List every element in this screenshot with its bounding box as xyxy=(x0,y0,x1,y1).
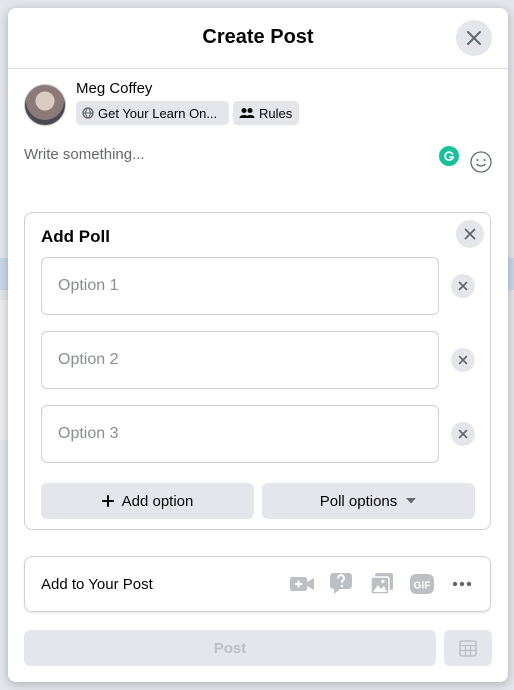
add-to-post-label: Add to Your Post xyxy=(41,576,153,593)
close-icon xyxy=(467,31,481,45)
remove-option-1-button[interactable] xyxy=(451,274,475,298)
add-option-label: Add option xyxy=(121,492,194,510)
add-option-button[interactable]: Add option xyxy=(41,483,254,519)
remove-option-2-button[interactable] xyxy=(451,348,475,372)
post-text-input[interactable]: Write something... xyxy=(24,146,145,163)
poll-option-3-input[interactable] xyxy=(41,405,439,463)
remove-option-3-button[interactable] xyxy=(451,422,475,446)
create-post-dialog: Create Post Meg Coffey Get Your Learn On… xyxy=(8,8,508,682)
question-icon[interactable] xyxy=(329,572,355,596)
avatar[interactable] xyxy=(24,84,66,126)
audience-chip-label: Get Your Learn On... xyxy=(98,105,218,121)
group-icon xyxy=(239,108,255,118)
post-button[interactable]: Post xyxy=(24,630,436,666)
globe-icon xyxy=(82,107,94,119)
add-to-post-bar: Add to Your Post GIF xyxy=(24,556,491,612)
gif-icon[interactable]: GIF xyxy=(409,572,435,596)
remove-poll-button[interactable] xyxy=(456,220,484,248)
close-icon xyxy=(464,228,476,240)
caret-down-icon xyxy=(406,498,417,504)
rules-chip[interactable]: Rules xyxy=(233,101,299,125)
poll-option-2-input[interactable] xyxy=(41,331,439,389)
video-camera-icon[interactable] xyxy=(289,572,315,596)
poll-title: Add Poll xyxy=(41,227,110,246)
poll-options-button[interactable]: Poll options xyxy=(262,483,475,519)
grammarly-icon[interactable] xyxy=(439,146,459,166)
close-icon xyxy=(458,355,468,365)
more-icon[interactable] xyxy=(449,572,475,596)
close-icon xyxy=(458,429,468,439)
audience-chip[interactable]: Get Your Learn On... xyxy=(76,101,229,125)
schedule-post-button[interactable] xyxy=(444,630,492,666)
poll-option-1-input[interactable] xyxy=(41,257,439,315)
photo-icon[interactable] xyxy=(369,572,395,596)
add-poll-panel: Add Poll Add op xyxy=(24,212,491,530)
plus-icon xyxy=(101,495,114,507)
emoji-icon[interactable] xyxy=(470,151,492,173)
close-dialog-button[interactable] xyxy=(456,20,492,56)
rules-chip-label: Rules xyxy=(259,105,293,121)
close-icon xyxy=(458,281,468,291)
calendar-icon xyxy=(459,640,477,657)
svg-text:GIF: GIF xyxy=(414,581,431,592)
author-name[interactable]: Meg Coffey xyxy=(76,80,152,97)
dialog-title: Create Post xyxy=(202,26,314,48)
poll-options-label: Poll options xyxy=(319,492,398,510)
dialog-header: Create Post xyxy=(8,8,508,69)
